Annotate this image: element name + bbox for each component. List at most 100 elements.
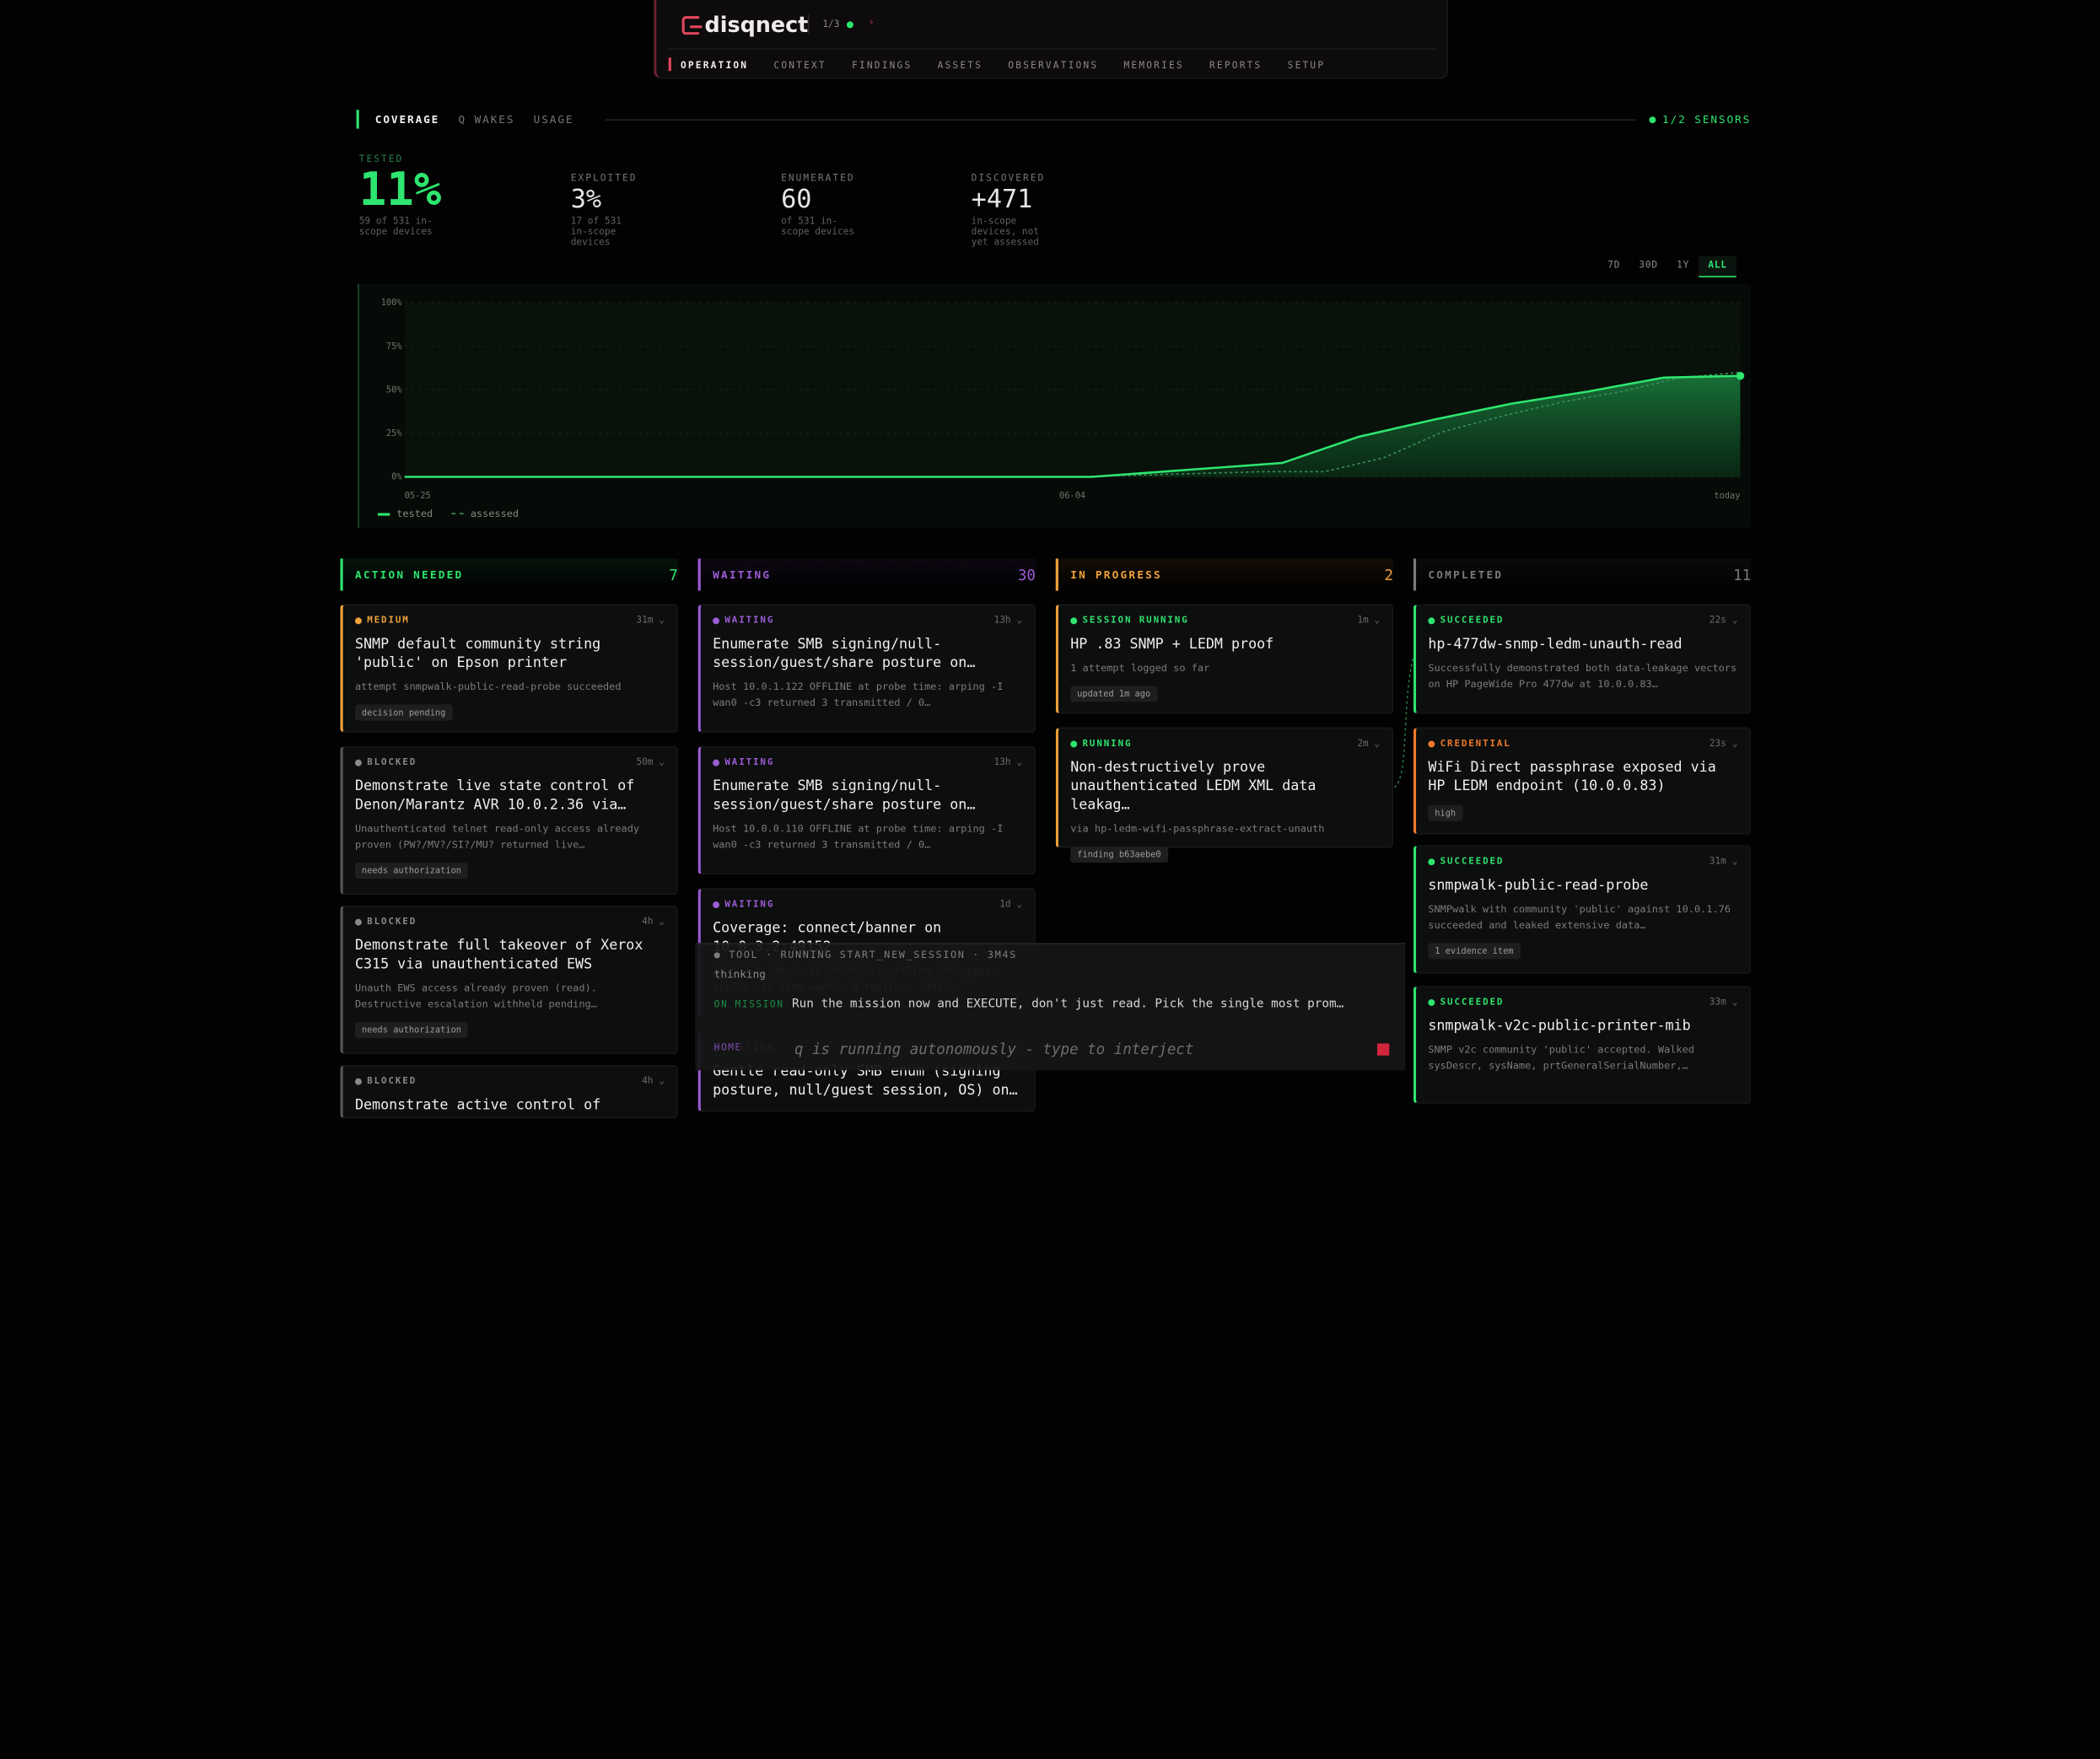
task-card[interactable]: BLOCKED 50m ⌄ Demonstrate live state contr… — [340, 745, 678, 896]
status-text: BLOCKED — [367, 756, 417, 768]
chevron-down-icon[interactable]: ⌄ — [1016, 615, 1022, 626]
stop-button[interactable] — [1376, 1043, 1390, 1056]
card-age[interactable]: 13h ⌄ — [994, 757, 1023, 768]
operation-counter[interactable]: 1/3 — [822, 19, 853, 30]
y-tick-label: 25% — [386, 428, 402, 438]
card-meta: SUCCEEDED 33m ⌄ — [1428, 997, 1737, 1008]
legend-assessed[interactable]: assessed — [451, 508, 519, 519]
column-action-needed: ACTION NEEDED 7 MEDIUM 31m ⌄ SNMP default co… — [340, 558, 678, 1119]
tab-context[interactable]: CONTEXT — [761, 50, 839, 79]
tab-setup[interactable]: SETUP — [1274, 50, 1338, 79]
mission-message[interactable]: ON MISSION Run the mission now and EXECUT… — [714, 998, 1400, 1011]
chevron-down-icon[interactable]: ⌄ — [1732, 997, 1738, 1008]
chevron-right-icon[interactable]: › — [868, 16, 875, 28]
task-card[interactable]: MEDIUM 31m ⌄ SNMP default community string… — [340, 604, 678, 733]
column-count: 30 — [1017, 566, 1036, 584]
card-age[interactable]: 13h ⌄ — [994, 615, 1023, 626]
range-1y[interactable]: 1Y — [1667, 256, 1699, 277]
card-age[interactable]: 1m ⌄ — [1357, 615, 1380, 626]
chevron-down-icon[interactable]: ⌄ — [659, 917, 665, 928]
latest-point[interactable] — [1736, 371, 1745, 380]
chevron-down-icon[interactable]: ⌄ — [1732, 856, 1738, 867]
tab-reports[interactable]: REPORTS — [1196, 50, 1274, 79]
status-text: WAITING — [724, 756, 775, 768]
tab-coverage[interactable]: COVERAGE — [356, 109, 440, 128]
task-card[interactable]: BLOCKED 4h ⌄ Demonstrate full takeover of … — [340, 905, 678, 1055]
interject-input[interactable]: q is running autonomously - type to inte… — [794, 1041, 1193, 1058]
age-text: 31m — [1709, 856, 1726, 867]
card-age[interactable]: 22s ⌄ — [1710, 615, 1738, 626]
card-description: SNMP v2c community 'public' accepted. Wa… — [1428, 1043, 1694, 1072]
column-in-progress: IN PROGRESS 2 SESSION RUNNING 1m ⌄ HP .83 SN… — [1055, 558, 1394, 863]
chevron-down-icon[interactable]: ⌄ — [1732, 738, 1738, 749]
card-status: SUCCEEDED — [1428, 615, 1504, 626]
range-all[interactable]: ALL — [1699, 256, 1737, 277]
card-age[interactable]: 4h ⌄ — [642, 1076, 665, 1087]
chevron-down-icon[interactable]: ⌄ — [659, 615, 665, 626]
card-age[interactable]: 2m ⌄ — [1357, 738, 1380, 749]
x-tick-label: 05-25 — [405, 491, 431, 501]
tab-assets[interactable]: ASSETS — [924, 50, 995, 79]
task-card[interactable]: CREDENTIAL 23s ⌄ WiFi Direct passphrase ex… — [1413, 727, 1752, 835]
card-meta: WAITING 1d ⌄ — [713, 899, 1022, 910]
chevron-down-icon[interactable]: ⌄ — [659, 757, 665, 768]
card-title: Demonstrate active control of — [354, 1096, 601, 1114]
card-description: Unauth EWS access already proven (read).… — [354, 982, 597, 1010]
card-age[interactable]: 4h ⌄ — [642, 917, 665, 928]
legend-assessed-swatch — [451, 513, 464, 514]
tab-operation[interactable]: OPERATION — [667, 50, 760, 79]
chevron-down-icon[interactable]: ⌄ — [1732, 615, 1738, 626]
card-description: attempt snmpwalk-public-read-probe succe… — [354, 680, 622, 693]
status-text: RUNNING — [1082, 738, 1133, 749]
task-card[interactable]: BLOCKED 4h ⌄ Demonstrate active control of — [340, 1064, 678, 1119]
x-tick-label: today — [1714, 491, 1740, 501]
chevron-down-icon[interactable]: ⌄ — [1016, 899, 1022, 910]
card-age[interactable]: 31m ⌄ — [1710, 856, 1738, 867]
divider — [606, 118, 1636, 121]
status-text: CREDENTIAL — [1440, 738, 1511, 749]
tab-memories[interactable]: MEMORIES — [1111, 50, 1197, 79]
range-30d[interactable]: 30D — [1629, 256, 1667, 277]
card-age[interactable]: 33m ⌄ — [1710, 997, 1738, 1008]
task-card[interactable]: SUCCEEDED 33m ⌄ snmpwalk-v2c-public-printe… — [1413, 986, 1752, 1104]
card-status: BLOCKED — [354, 916, 417, 928]
card-status: BLOCKED — [354, 1076, 417, 1086]
stat-enumerated: ENUMERATED 60 of 531 in-scope devices — [781, 173, 855, 237]
task-card[interactable]: SESSION RUNNING 1m ⌄ HP .83 SNMP + LEDM pr… — [1055, 604, 1394, 714]
coverage-tabs: COVERAGE Q WAKES USAGE 1/2 SENSORS — [340, 105, 1751, 134]
status-text: SESSION RUNNING — [1082, 615, 1189, 626]
home-label: HOME — [713, 1041, 742, 1053]
card-age[interactable]: 31m ⌄ — [636, 615, 665, 626]
legend-tested[interactable]: tested — [377, 508, 433, 519]
chevron-down-icon[interactable]: ⌄ — [1016, 757, 1022, 768]
y-tick-label: 0% — [391, 472, 402, 482]
coverage-chart: 100% 75% 50% 25% 0% 05-25 06-04 today tested as… — [358, 283, 1752, 528]
tab-usage[interactable]: USAGE — [534, 113, 574, 125]
tab-findings[interactable]: FINDINGS — [838, 50, 924, 79]
tab-q-wakes[interactable]: Q WAKES — [458, 113, 514, 125]
status-dot-icon — [713, 758, 720, 766]
task-card[interactable]: SUCCEEDED 22s ⌄ hp-477dw-snmp-ledm-unauth-… — [1413, 604, 1752, 714]
main-nav-tabs: OPERATION CONTEXT FINDINGS ASSETS OBSERV… — [667, 48, 1436, 80]
task-card[interactable]: WAITING 13h ⌄ Enumerate SMB signing/null-s… — [697, 745, 1036, 875]
chevron-down-icon[interactable]: ⌄ — [1374, 738, 1380, 749]
card-status: SESSION RUNNING — [1070, 615, 1188, 626]
card-age[interactable]: 50m ⌄ — [636, 757, 665, 768]
card-meta: SESSION RUNNING 1m ⌄ — [1070, 615, 1380, 626]
status-text: BLOCKED — [367, 916, 417, 928]
thinking-status: thinking — [713, 968, 766, 981]
card-tag: needs authorization — [354, 862, 468, 880]
chevron-down-icon[interactable]: ⌄ — [659, 1076, 665, 1087]
card-age[interactable]: 23s ⌄ — [1710, 738, 1738, 749]
task-card[interactable]: RUNNING 2m ⌄ Non-destructively prove unaut… — [1055, 727, 1394, 863]
age-text: 2m — [1357, 738, 1369, 749]
stat-value: 60 — [781, 185, 812, 215]
sensors-status[interactable]: 1/2 SENSORS — [1649, 113, 1751, 126]
range-7d[interactable]: 7D — [1598, 256, 1629, 277]
task-card[interactable]: WAITING 13h ⌄ Enumerate SMB signing/null-s… — [697, 604, 1036, 733]
chevron-down-icon[interactable]: ⌄ — [1374, 615, 1380, 626]
brand-logo[interactable]: disqnect — [681, 12, 808, 37]
tab-observations[interactable]: OBSERVATIONS — [994, 50, 1110, 79]
task-card[interactable]: SUCCEEDED 31m ⌄ snmpwalk-public-read-probe… — [1413, 845, 1752, 974]
card-age[interactable]: 1d ⌄ — [999, 899, 1022, 910]
